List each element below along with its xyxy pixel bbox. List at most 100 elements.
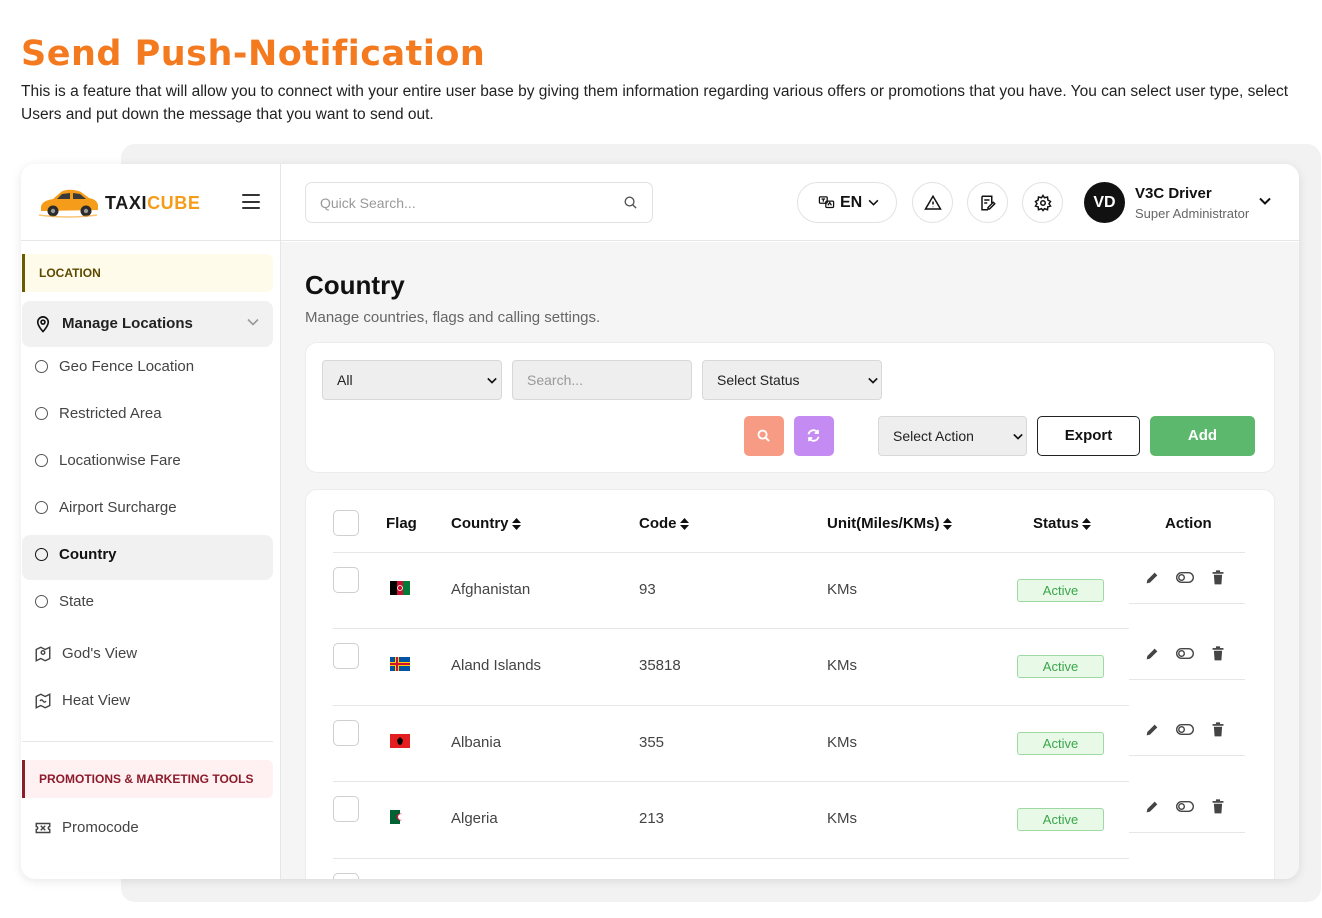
sidebar-item-promocode[interactable]: Promocode: [22, 807, 273, 854]
action-divider: [1129, 832, 1245, 833]
sidebar-item-label: Airport Surcharge: [59, 499, 177, 516]
app-window: TAXICUBE LOCATION Manage Locations Geo F…: [21, 164, 1299, 879]
alerts-button[interactable]: [912, 182, 953, 223]
gear-icon: [1034, 194, 1052, 212]
trash-icon[interactable]: [1211, 799, 1225, 814]
action-divider: [1129, 603, 1245, 604]
column-header-code[interactable]: Code: [639, 515, 689, 532]
ticket-icon: [35, 822, 51, 834]
edit-pencil-icon[interactable]: [1144, 722, 1160, 738]
page-headline: Send Push-Notification: [21, 34, 486, 74]
sidebar-item-state[interactable]: State: [22, 582, 273, 629]
action-divider: [1129, 755, 1245, 756]
toggle-icon[interactable]: [1176, 800, 1194, 813]
column-header-label: Country: [451, 515, 509, 532]
row-checkbox[interactable]: [333, 796, 359, 822]
brand-wordmark: TAXICUBE: [105, 193, 200, 214]
type-select[interactable]: All: [322, 360, 502, 400]
map-pin-icon: [35, 646, 51, 662]
row-checkbox[interactable]: [333, 720, 359, 746]
translate-icon: [818, 196, 835, 209]
sidebar-item-airport-surcharge[interactable]: Airport Surcharge: [22, 488, 273, 535]
cell-country: Aland Islands: [451, 657, 542, 674]
sidebar-item-restricted-area[interactable]: Restricted Area: [22, 394, 273, 441]
heat-map-icon: [35, 693, 51, 709]
filter-panel: All Select Status Select Action Export A…: [305, 342, 1275, 473]
select-all-checkbox[interactable]: [333, 510, 359, 536]
row-divider: [333, 858, 1129, 859]
export-button[interactable]: Export: [1037, 416, 1140, 456]
search-input[interactable]: [512, 360, 692, 400]
column-header-unit[interactable]: Unit(Miles/KMs): [827, 515, 952, 532]
search-button[interactable]: [744, 416, 784, 456]
trash-icon[interactable]: [1211, 646, 1225, 661]
page-title: Country: [305, 270, 405, 300]
section-label-location: LOCATION: [22, 254, 273, 292]
flag-albania-icon: [390, 734, 410, 748]
cell-code: 213: [639, 810, 665, 827]
edit-pencil-icon[interactable]: [1144, 570, 1160, 586]
hamburger-menu-icon[interactable]: [242, 194, 260, 209]
cell-unit: KMs: [827, 657, 857, 674]
cell-code: 93: [639, 581, 656, 598]
toggle-icon[interactable]: [1176, 571, 1194, 584]
quick-search-input[interactable]: [305, 182, 653, 223]
search-icon[interactable]: [623, 195, 638, 210]
sort-icon: [511, 518, 521, 531]
radio-circle-icon: [35, 548, 48, 561]
column-header-country[interactable]: Country: [451, 515, 521, 532]
sidebar-item-geo-fence-location[interactable]: Geo Fence Location: [22, 347, 273, 394]
status-badge: Active: [1017, 808, 1104, 831]
column-header-label: Code: [639, 515, 677, 532]
cell-code: 35818: [639, 657, 681, 674]
status-badge: Active: [1017, 655, 1104, 678]
cell-code: 355: [639, 734, 665, 751]
flag-algeria-icon: [390, 810, 410, 824]
settings-button[interactable]: [1022, 182, 1063, 223]
edit-pencil-icon[interactable]: [1144, 799, 1160, 815]
sidebar-item-heat-view[interactable]: Heat View: [22, 680, 273, 727]
edit-note-icon: [981, 195, 996, 211]
flag-aland-islands-icon: [390, 657, 410, 671]
sidebar-divider: [22, 741, 273, 742]
column-header-status[interactable]: Status: [1033, 515, 1091, 532]
row-checkbox[interactable]: [333, 873, 359, 879]
sidebar-item-country[interactable]: Country: [22, 535, 273, 580]
sidebar-item-locationwise-fare[interactable]: Locationwise Fare: [22, 441, 273, 488]
action-select[interactable]: Select Action: [878, 416, 1027, 456]
sidebar-item-gods-view[interactable]: God's View: [22, 633, 273, 680]
toggle-icon[interactable]: [1176, 647, 1194, 660]
taxi-car-icon: [38, 189, 98, 218]
search-icon: [757, 429, 770, 442]
toggle-icon[interactable]: [1176, 723, 1194, 736]
status-badge: Active: [1017, 732, 1104, 755]
cell-unit: KMs: [827, 734, 857, 751]
row-checkbox[interactable]: [333, 567, 359, 593]
user-role: Super Administrator: [1135, 206, 1250, 221]
language-selector[interactable]: EN: [797, 182, 897, 223]
refresh-icon: [807, 429, 820, 442]
cell-country: Albania: [451, 734, 502, 751]
trash-icon[interactable]: [1211, 722, 1225, 737]
sort-icon: [942, 518, 952, 531]
sidebar-item-label: State: [59, 593, 95, 610]
row-checkbox[interactable]: [333, 643, 359, 669]
edit-pencil-icon[interactable]: [1144, 646, 1160, 662]
notes-button[interactable]: [967, 182, 1008, 223]
brand-bar: TAXICUBE: [21, 164, 280, 241]
trash-icon[interactable]: [1211, 570, 1225, 585]
column-header-label: Status: [1033, 515, 1079, 532]
row-divider: [333, 705, 1129, 706]
status-select[interactable]: Select Status: [702, 360, 882, 400]
avatar[interactable]: VD: [1084, 182, 1125, 223]
warning-icon: [924, 194, 942, 210]
reset-button[interactable]: [794, 416, 834, 456]
add-button[interactable]: Add: [1150, 416, 1255, 456]
user-menu-chevron-icon[interactable]: [1259, 197, 1271, 205]
chevron-down-icon: [247, 318, 259, 326]
sidebar-item-label: God's View: [62, 645, 138, 662]
menu-manage-locations-label: Manage Locations: [62, 315, 193, 332]
radio-circle-icon: [35, 595, 48, 608]
menu-manage-locations[interactable]: Manage Locations: [22, 301, 273, 347]
row-divider: [333, 628, 1129, 629]
